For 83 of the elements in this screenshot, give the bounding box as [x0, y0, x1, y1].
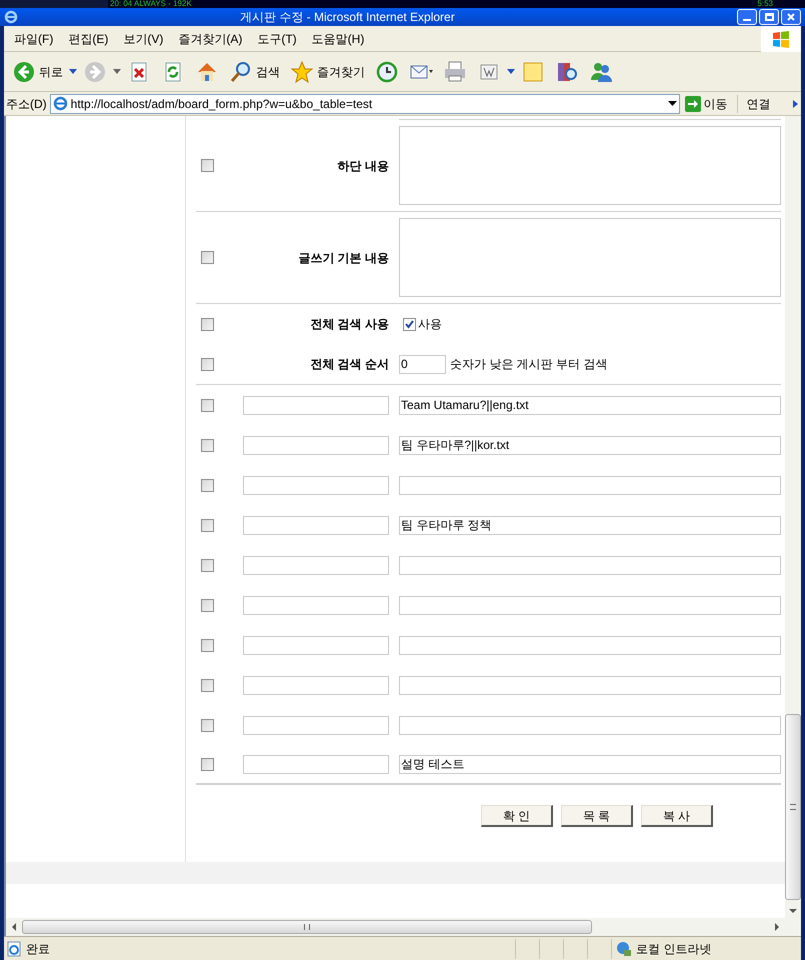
chevron-icon[interactable]: [793, 100, 799, 108]
close-button[interactable]: [781, 9, 801, 25]
address-label: 주소(D): [6, 96, 47, 112]
value-field[interactable]: [399, 676, 781, 694]
value-field[interactable]: 설명 테스트: [399, 754, 781, 774]
page-icon: [6, 940, 22, 956]
name-field[interactable]: [243, 716, 389, 734]
name-field[interactable]: [243, 754, 389, 774]
name-field[interactable]: [243, 596, 389, 614]
menu-item[interactable]: 도구(T): [251, 30, 303, 48]
maximize-button[interactable]: [759, 9, 779, 25]
network-icon: [616, 940, 632, 956]
address-field[interactable]: http://localhost/adm/board_form.php?w=u&bo_table=test: [50, 94, 680, 114]
name-field[interactable]: [243, 556, 389, 574]
field-label: 글쓰기 기본 내용: [297, 250, 389, 266]
form-button[interactable]: 복 사: [641, 805, 713, 827]
dropdown-arrow-icon[interactable]: [668, 100, 677, 106]
vertical-scrollbar[interactable]: [785, 116, 801, 936]
checkbox[interactable]: [201, 638, 214, 652]
close-icon: [787, 13, 795, 21]
order-field[interactable]: 0: [399, 354, 446, 374]
value-field[interactable]: Team Utamaru?||eng.txt: [399, 396, 781, 414]
name-field[interactable]: [243, 476, 389, 494]
name-field[interactable]: [243, 396, 389, 414]
browser-icon: [4, 10, 18, 24]
checkbox[interactable]: [201, 558, 214, 572]
value-field[interactable]: 팀 우타마루?||kor.txt: [399, 436, 781, 454]
flag-icon: [771, 28, 791, 48]
menu-item[interactable]: 즐겨찾기(A): [172, 30, 248, 48]
search-icon: [229, 60, 253, 84]
value-field[interactable]: [399, 716, 781, 734]
zone-text: 로컬 인트라넷: [636, 940, 712, 958]
favorites-button[interactable]: 즐겨찾기: [286, 54, 369, 88]
name-field[interactable]: [243, 676, 389, 694]
track-info: 20: 04 ALWAYS - 192K: [110, 0, 192, 8]
printer-icon: [443, 60, 467, 84]
checkbox[interactable]: [201, 438, 214, 452]
value-field[interactable]: [399, 556, 781, 574]
page-icon: [52, 96, 68, 111]
checkbox[interactable]: [201, 398, 214, 412]
name-field[interactable]: [243, 436, 389, 454]
dropdown-arrow-icon[interactable]: [69, 69, 77, 74]
note-icon: [521, 60, 545, 84]
dropdown-arrow-icon[interactable]: [507, 69, 515, 74]
menu-item[interactable]: 파일(F): [8, 30, 60, 48]
window-title: 게시판 수정 - Microsoft Internet Explorer: [240, 9, 455, 26]
value-field[interactable]: [399, 636, 781, 654]
star-icon: [290, 60, 314, 84]
checkbox[interactable]: [201, 758, 214, 770]
name-field[interactable]: [243, 516, 389, 534]
minimize-button[interactable]: [737, 9, 757, 25]
checkbox[interactable]: [201, 318, 214, 330]
checkbox[interactable]: [201, 478, 214, 492]
checkbox[interactable]: [201, 598, 214, 612]
checkbox[interactable]: [201, 678, 214, 692]
hint-text: 숫자가 낮은 게시판 부터 검색: [450, 356, 608, 373]
status-text: 완료: [26, 940, 50, 958]
menu-item[interactable]: 보기(V): [117, 30, 170, 48]
form-button[interactable]: 확 인: [481, 805, 553, 827]
value-field[interactable]: [399, 476, 781, 494]
value-field[interactable]: 팀 우타마루 정책: [399, 516, 781, 534]
field-label: 전체 검색 사용: [309, 316, 389, 333]
checkbox[interactable]: [403, 318, 416, 330]
back-button[interactable]: 뒤로: [8, 54, 67, 88]
checkbox[interactable]: [201, 718, 214, 732]
checkbox[interactable]: [201, 159, 214, 172]
checkbox[interactable]: [201, 251, 214, 264]
form-button[interactable]: 목 록: [561, 805, 633, 827]
checkbox[interactable]: [201, 358, 214, 370]
checkbox-label: 사용: [418, 316, 442, 333]
horizontal-scrollbar[interactable]: [6, 918, 785, 936]
menu-item[interactable]: 도움말(H): [306, 30, 370, 48]
clock-icon: [375, 60, 399, 84]
track-time: 5:53: [757, 0, 773, 8]
name-field[interactable]: [243, 636, 389, 654]
menu-item[interactable]: 편집(E): [62, 30, 114, 48]
field-label: 전체 검색 순서: [309, 356, 389, 373]
links-label[interactable]: 연결: [746, 94, 771, 112]
search-button[interactable]: 검색: [225, 54, 284, 88]
field-label: 하단 내용: [336, 158, 389, 174]
checkbox[interactable]: [201, 518, 214, 532]
value-field[interactable]: [399, 596, 781, 614]
go-button[interactable]: 이동: [682, 94, 730, 112]
